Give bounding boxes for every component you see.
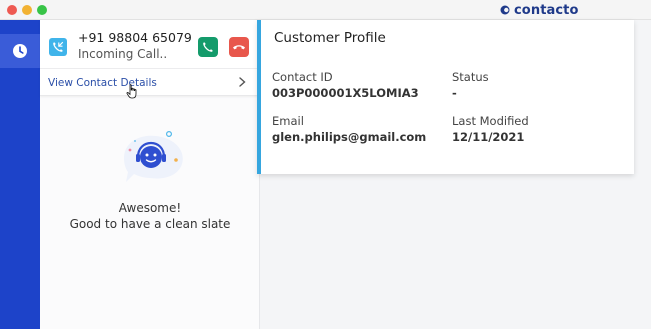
profile-title: Customer Profile <box>274 30 386 46</box>
brand-name: contacto <box>514 2 579 18</box>
contacto-logo-icon <box>500 5 510 15</box>
interactions-panel: +91 98804 65079 Incoming Call.. View Con… <box>40 20 260 329</box>
rail-item-recent[interactable] <box>0 34 40 68</box>
hand-cursor-icon <box>126 84 137 99</box>
chevron-right-icon[interactable] <box>236 75 248 89</box>
empty-state-subtitle: Good to have a clean slate <box>69 217 231 231</box>
decline-call-button[interactable] <box>229 37 249 57</box>
last-modified-value: 12/11/2021 <box>452 130 525 144</box>
last-modified-label: Last Modified <box>452 114 529 128</box>
window-titlebar: contacto <box>0 0 651 20</box>
contact-id-label: Contact ID <box>272 70 333 84</box>
incoming-call-card: +91 98804 65079 Incoming Call.. View Con… <box>40 20 260 99</box>
empty-state-title: Awesome! <box>118 201 182 215</box>
divider <box>40 68 260 69</box>
phone-accept-icon <box>203 42 213 52</box>
email-value: glen.philips@gmail.com <box>272 130 427 144</box>
customer-profile-card: Customer Profile Contact ID 003P000001X5… <box>257 20 634 174</box>
call-status: Incoming Call.. <box>78 47 168 61</box>
clock-icon <box>13 44 27 58</box>
status-label: Status <box>452 70 489 84</box>
incoming-call-icon <box>49 38 67 56</box>
status-value: - <box>452 86 457 100</box>
left-rail <box>0 20 40 329</box>
email-label: Email <box>272 114 304 128</box>
minimize-window-button[interactable] <box>22 5 32 15</box>
brand: contacto <box>500 1 579 19</box>
maximize-window-button[interactable] <box>37 5 47 15</box>
caller-number: +91 98804 65079 <box>78 30 192 45</box>
accept-call-button[interactable] <box>198 37 218 57</box>
close-window-button[interactable] <box>7 5 17 15</box>
phone-hangup-icon <box>233 45 245 50</box>
contact-id-value: 003P000001X5LOMIA3 <box>272 86 419 100</box>
view-contact-details-link[interactable]: View Contact Details <box>48 77 157 89</box>
support-agent-illustration <box>124 130 183 182</box>
